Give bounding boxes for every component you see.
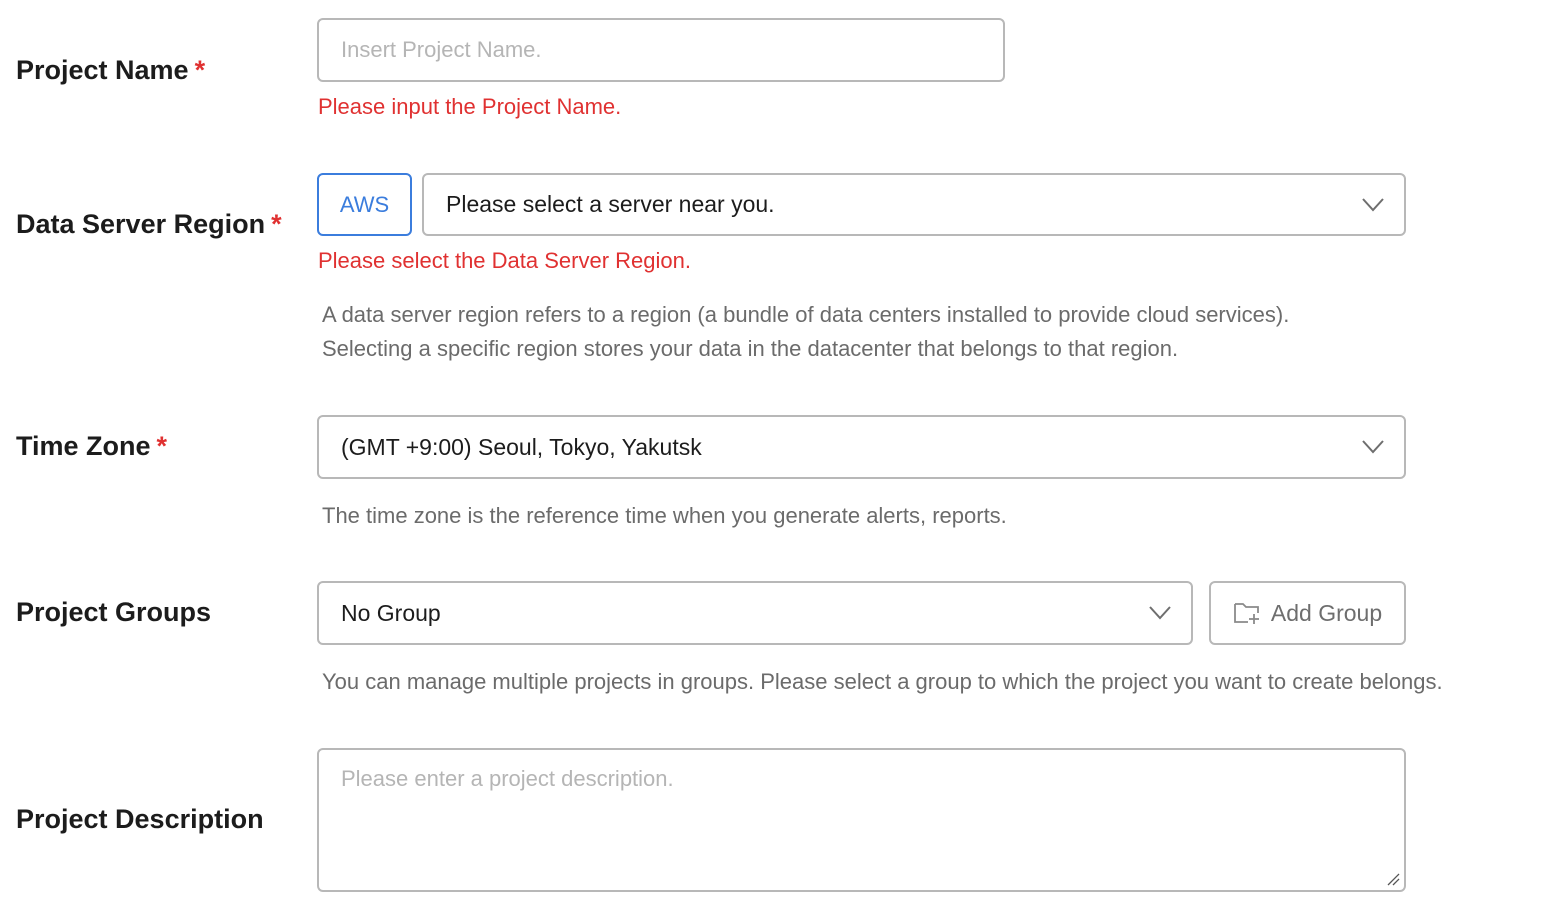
chevron-down-icon [1362,440,1384,454]
folder-add-icon [1233,603,1259,624]
project-group-select-value: No Group [341,599,441,626]
region-select-value: Please select a server near you. [446,191,775,217]
region-select[interactable]: Please select a server near you. [422,173,1406,236]
project-group-select[interactable]: No Group [317,581,1193,645]
add-group-label: Add Group [1270,599,1383,626]
project-description-textarea[interactable] [341,766,1382,874]
project-name-error: Please input the Project Name. [318,94,622,119]
region-help-line-2: Selecting a specific region stores your … [322,336,1179,361]
time-zone-select[interactable]: (GMT +9:00) Seoul, Tokyo, Yakutsk [317,415,1406,479]
chevron-down-icon [1362,197,1384,211]
required-asterisk: * [194,55,206,85]
add-group-button[interactable]: Add Group [1209,581,1406,645]
time-zone-label-text: Time Zone [16,431,151,461]
project-groups-help: You can manage multiple projects in grou… [322,669,1443,694]
project-groups-label-text: Project Groups [16,597,212,627]
resize-grip-icon[interactable] [1386,872,1400,886]
time-zone-select-value: (GMT +9:00) Seoul, Tokyo, Yakutsk [341,433,702,460]
project-name-label-text: Project Name [16,55,189,85]
time-zone-label: Time Zone * [16,431,167,462]
time-zone-help: The time zone is the reference time when… [322,503,1007,528]
project-description-label-text: Project Description [16,804,264,834]
project-description-field[interactable] [317,748,1406,892]
region-error: Please select the Data Server Region. [318,248,691,273]
project-name-field[interactable] [317,18,1005,82]
aws-provider-button[interactable]: AWS [317,173,412,236]
data-server-region-label: Data Server Region * [16,209,282,240]
create-project-form: Project Name* Please input the Project N… [0,0,1562,914]
project-name-label: Project Name * [16,55,205,86]
project-description-label: Project Description [16,804,264,835]
data-server-region-label-text: Data Server Region [16,209,266,239]
project-groups-label: Project Groups [16,597,211,628]
chevron-down-icon [1149,606,1171,620]
project-name-input[interactable] [341,37,1003,63]
required-asterisk: * [156,431,168,461]
region-help-line-1: A data server region refers to a region … [322,302,1290,327]
required-asterisk: * [271,209,282,239]
